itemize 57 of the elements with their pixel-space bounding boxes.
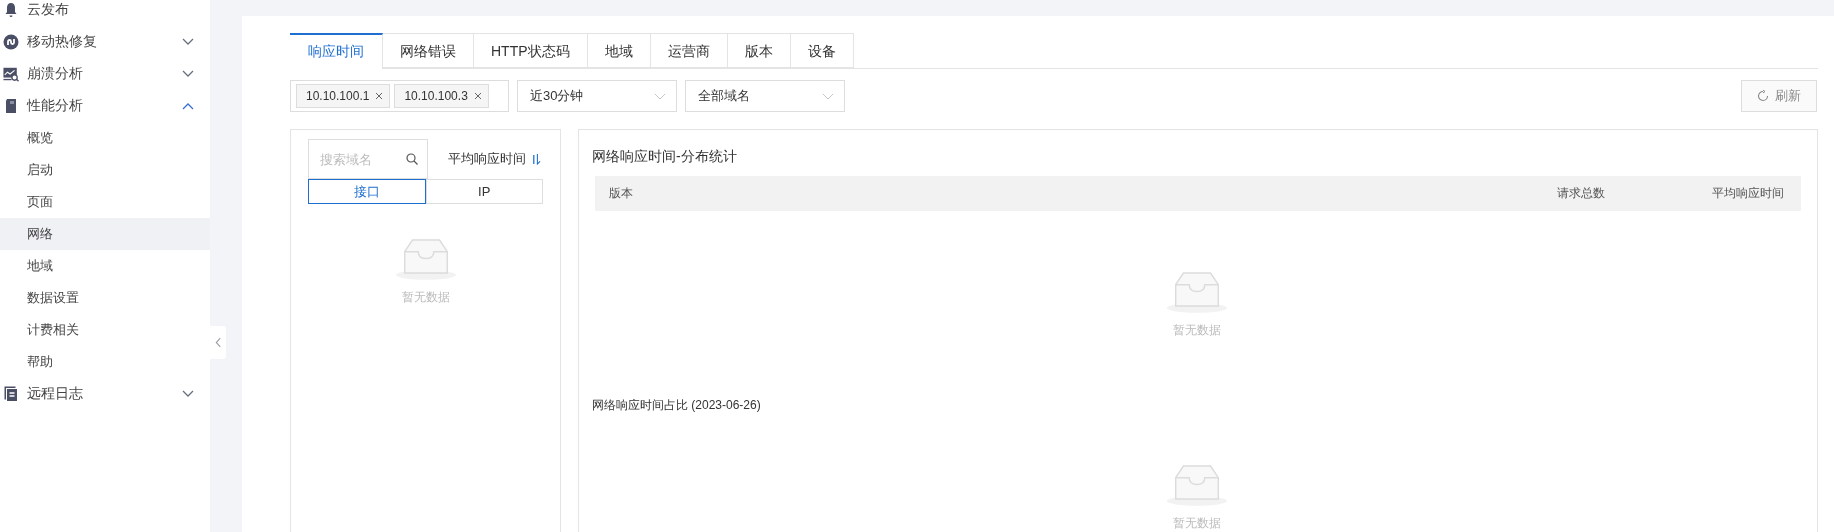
sort-label: 平均响应时间	[448, 150, 526, 168]
tab[interactable]: 版本	[727, 33, 791, 68]
close-icon	[375, 92, 384, 100]
sidebar-item[interactable]: 云发布	[0, 0, 210, 26]
tag-label: 10.10.100.3	[404, 89, 468, 103]
tab[interactable]: HTTP状态码	[474, 33, 588, 68]
sidebar-subitem[interactable]: 数据设置	[0, 282, 210, 314]
dropdown[interactable]: 全部域名	[685, 80, 845, 112]
sort-icon	[532, 152, 541, 166]
sidebar-item[interactable]: 崩溃分析	[0, 58, 210, 90]
sidebar-subitem[interactable]: 网络	[0, 218, 210, 250]
tab[interactable]: 网络错误	[383, 33, 474, 68]
section-title: 网络响应时间占比 (2023-06-26)	[592, 397, 762, 414]
tab[interactable]: 地域	[587, 33, 651, 68]
tag-label: 10.10.100.1	[306, 89, 370, 103]
column-header: 平均响应时间	[1711, 185, 1784, 202]
sidebar-subitem[interactable]: 地域	[0, 250, 210, 282]
chart-search-icon	[3, 66, 19, 82]
sidebar-subitem[interactable]: 概览	[0, 122, 210, 154]
tab[interactable]: 运营商	[650, 33, 728, 68]
sidebar-item[interactable]: 移动热修复	[0, 26, 210, 58]
refresh-button[interactable]: 刷新	[1741, 80, 1817, 112]
document-icon	[3, 98, 19, 114]
section-title: 网络响应时间-分布统计	[592, 148, 738, 166]
search-field[interactable]: 搜索域名	[308, 139, 428, 179]
sidebar-item[interactable]: 远程日志	[0, 378, 210, 410]
document-icon	[3, 386, 19, 402]
empty-message: 暂无数据	[401, 289, 450, 306]
chevron-down-icon	[654, 92, 666, 100]
sidebar-subitem[interactable]: 计费相关	[0, 314, 210, 346]
column-header: 请求总数	[1557, 185, 1605, 202]
empty-inbox-icon	[394, 236, 457, 281]
segment-tab[interactable]: 接口	[308, 179, 426, 204]
empty-inbox-icon	[1165, 462, 1228, 507]
tab[interactable]: 设备	[790, 33, 854, 68]
close-icon	[473, 92, 482, 100]
sidebar-subitem[interactable]: 启动	[0, 154, 210, 186]
dropdown-value: 近30分钟	[530, 87, 584, 105]
sidebar-subitem[interactable]: 帮助	[0, 346, 210, 378]
tab[interactable]: 响应时间	[290, 33, 383, 69]
sidebar-subitem[interactable]: 页面	[0, 186, 210, 218]
segment-tab[interactable]: IP	[425, 179, 543, 204]
empty-inbox-icon	[1165, 269, 1228, 314]
chevron-left-icon	[214, 337, 222, 348]
collapse-handle[interactable]	[210, 326, 226, 359]
dropdown[interactable]: 近30分钟	[517, 80, 677, 112]
search-icon	[406, 153, 418, 165]
refresh-icon	[1757, 90, 1769, 102]
dropdown-value: 全部域名	[698, 87, 750, 105]
sidebar-item[interactable]: 性能分析	[0, 90, 210, 122]
ip-select[interactable]: 10.10.100.1 10.10.100.3	[290, 80, 509, 112]
bell-icon	[3, 2, 19, 18]
empty-message: 暂无数据	[1172, 515, 1221, 532]
chevron-down-icon	[822, 92, 834, 100]
circle-icon	[3, 34, 19, 50]
empty-message: 暂无数据	[1172, 322, 1221, 339]
column-header: 版本	[609, 185, 634, 202]
